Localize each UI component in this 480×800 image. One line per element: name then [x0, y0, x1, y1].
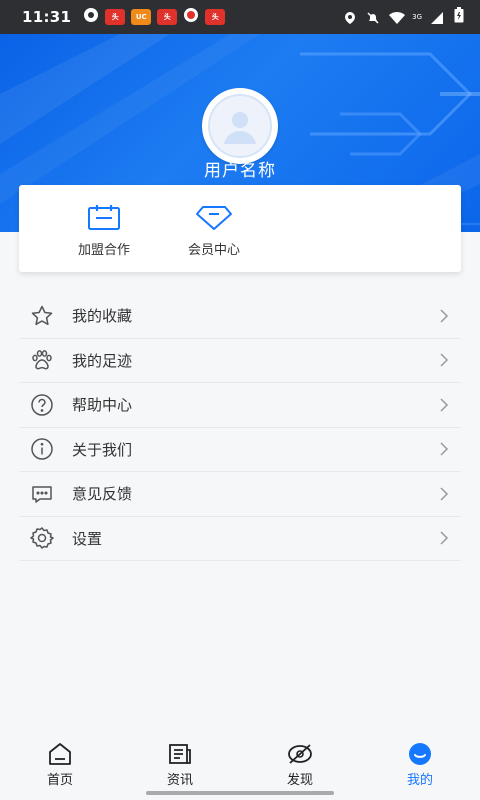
- menu-item-label: 我的收藏: [72, 307, 133, 326]
- action-label: 加盟合作: [77, 243, 130, 258]
- status-bar: 11:31 头 UC 头 头 3G: [0, 0, 480, 34]
- profile-icon: [409, 743, 431, 765]
- chevron-right-icon: [440, 487, 449, 501]
- calendar-icon: [88, 205, 120, 230]
- menu-item-footprints[interactable]: 我的足迹: [19, 339, 461, 383]
- notification-app-icon: [83, 7, 99, 27]
- star-icon: [29, 303, 55, 329]
- mute-icon: [366, 10, 380, 24]
- menu-item-favorites[interactable]: 我的收藏: [19, 294, 461, 339]
- username[interactable]: 用户名称: [0, 156, 480, 181]
- chevron-right-icon: [440, 353, 449, 367]
- quick-actions-card: 加盟合作 会员中心: [19, 185, 461, 272]
- home-indicator[interactable]: [146, 791, 334, 795]
- settings-icon: [29, 525, 55, 551]
- settings-menu: 我的收藏 我的足迹 帮助中心 关于我们 意见反馈 设置: [19, 294, 461, 561]
- diamond-icon: [196, 206, 232, 230]
- tab-label: 首页: [46, 773, 73, 788]
- uc-app-icon: UC: [131, 9, 152, 25]
- menu-item-about[interactable]: 关于我们: [19, 428, 461, 472]
- avatar[interactable]: [202, 88, 278, 164]
- chevron-right-icon: [440, 398, 449, 412]
- paw-icon: [29, 347, 55, 373]
- tab-home[interactable]: 首页: [0, 736, 120, 800]
- menu-item-label: 意见反馈: [72, 485, 133, 504]
- battery-icon: [454, 7, 464, 27]
- weibo-app-icon: [183, 7, 199, 27]
- action-member-center[interactable]: 会员中心: [159, 185, 269, 272]
- menu-item-label: 关于我们: [72, 440, 133, 459]
- menu-item-feedback[interactable]: 意见反馈: [19, 472, 461, 517]
- menu-item-settings[interactable]: 设置: [19, 517, 461, 561]
- tab-label: 发现: [286, 773, 313, 788]
- feedback-icon: [29, 481, 55, 507]
- network-type: 3G: [412, 12, 422, 21]
- menu-item-label: 我的足迹: [72, 351, 133, 370]
- wifi-icon: [389, 10, 406, 24]
- toutiao-app-icon: 头: [105, 9, 126, 25]
- home-icon: [49, 743, 71, 765]
- action-join-cooperation[interactable]: 加盟合作: [49, 185, 159, 272]
- tab-label: 我的: [406, 773, 433, 788]
- toutiao-app-icon: 头: [205, 9, 226, 25]
- info-icon: [29, 436, 55, 462]
- tab-profile[interactable]: 我的: [360, 736, 480, 800]
- chevron-right-icon: [440, 309, 449, 323]
- status-time: 11:31: [22, 8, 72, 26]
- menu-item-help[interactable]: 帮助中心: [19, 383, 461, 428]
- user-icon: [224, 112, 256, 144]
- chevron-right-icon: [440, 442, 449, 456]
- chevron-right-icon: [440, 531, 449, 545]
- tab-label: 资讯: [166, 773, 193, 788]
- avatar-placeholder: [208, 94, 272, 158]
- discover-icon: [288, 744, 312, 764]
- action-label: 会员中心: [187, 243, 240, 258]
- toutiao-app-icon: 头: [157, 9, 178, 25]
- menu-item-label: 设置: [72, 529, 103, 548]
- help-icon: [29, 392, 55, 418]
- signal-icon: [431, 10, 445, 24]
- news-icon: [169, 744, 191, 764]
- menu-item-label: 帮助中心: [72, 396, 133, 415]
- location-icon: [343, 10, 357, 24]
